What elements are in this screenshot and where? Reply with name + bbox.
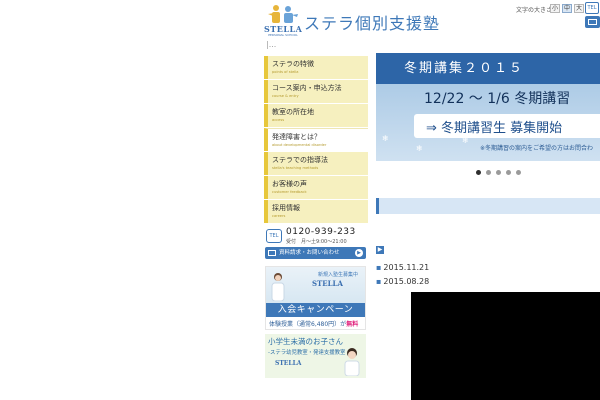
phone-contact[interactable]: TEL 0120-939-233 受付 月〜土9:00〜21:00 <box>266 226 368 246</box>
video-player[interactable] <box>411 292 600 400</box>
nav-item-course[interactable]: コース案内・申込方法 course & entry <box>264 80 368 103</box>
preschool-subtitle: -ステラ幼児教室・発達支援教室 <box>268 350 346 356</box>
news-list: ▪ 2015.11.21 ▪ 2015.08.28 <box>376 263 429 291</box>
mail-button[interactable] <box>585 16 600 28</box>
font-size-large-button[interactable]: 大 <box>574 4 584 13</box>
request-info-button[interactable]: 資料請求・お問い合わせ ▶ <box>265 247 366 259</box>
slider-dot[interactable] <box>496 170 501 175</box>
mail-icon <box>588 19 597 25</box>
arrow-right-icon: ▶ <box>355 249 363 257</box>
nav-item-label: 教室の所在地 <box>272 108 314 116</box>
nav-item-label: コース案内・申込方法 <box>272 84 342 92</box>
phone-icon: TEL <box>266 229 282 243</box>
request-info-label: 資料請求・お問い合わせ <box>279 250 340 256</box>
teacher-photo <box>271 273 285 301</box>
nav-item-sublabel: points of stella <box>272 70 299 74</box>
campaign-title: 入会キャンペーン <box>266 303 365 317</box>
campaign-brand: STELLA <box>312 279 343 288</box>
nav-item-label: 採用情報 <box>272 204 300 212</box>
news-date: 2015.08.28 <box>383 277 430 286</box>
bullet-icon: ▪ <box>376 263 382 272</box>
nav-item-disorder[interactable]: 発達障害とは？ about developmental disorder <box>264 128 368 151</box>
phone-hours: 受付 月〜土9:00〜21:00 <box>286 239 347 245</box>
nav-item-label: ステラの特徴 <box>272 60 314 68</box>
news-date: 2015.11.21 <box>383 263 430 272</box>
trial-lesson-text: 体験授業（通常6,480円）が無料 <box>269 319 358 328</box>
breadcrumb: |... <box>266 40 277 49</box>
snowflake-icon: ❄ <box>382 134 389 143</box>
logo-subtitle: PERSONAL SCHOOL <box>268 33 298 37</box>
font-size-label: 文字の大きさ <box>516 7 553 14</box>
snow-decoration: ❄ ❄ ❄ <box>376 132 496 161</box>
side-nav: ステラの特徴 points of stella コース案内・申込方法 cours… <box>264 56 368 224</box>
trial-lesson-label: 体験授業（通常6,480円）が <box>269 321 347 328</box>
snowflake-icon: ❄ <box>462 136 469 145</box>
preschool-title: 小学生未満のお子さん <box>268 337 343 346</box>
font-size-medium-button[interactable]: 中 <box>562 4 572 13</box>
phone-number: 0120-939-233 <box>286 227 356 237</box>
slider-dot[interactable] <box>516 170 521 175</box>
slider-note: ※冬期講習の案内をご希望の方はお問合わ <box>480 145 594 152</box>
nav-item-sublabel: access <box>272 118 285 122</box>
nav-item-label: ステラでの指導法 <box>272 156 328 164</box>
nav-item-features[interactable]: ステラの特徴 points of stella <box>264 56 368 79</box>
nav-item-sublabel: course & entry <box>272 94 299 98</box>
slider-headline: 冬期講集２０１５ <box>404 61 525 76</box>
nav-item-sublabel: customer feedback <box>272 190 307 194</box>
slider-dot[interactable] <box>486 170 491 175</box>
preschool-brand: STELLA <box>275 360 302 367</box>
nav-item-label: お客様の声 <box>272 180 307 188</box>
font-size-small-button[interactable]: 小 <box>550 4 560 13</box>
nav-item-access[interactable]: 教室の所在地 access <box>264 104 368 127</box>
snowflake-icon: ❄ <box>416 144 423 153</box>
nav-item-label: 発達障害とは？ <box>272 133 321 141</box>
nav-item-sublabel: careers <box>272 214 286 218</box>
stella-kids-logo-icon <box>268 5 298 23</box>
nav-item-sublabel: stella's teaching methods <box>272 166 319 170</box>
envelope-icon <box>268 250 276 256</box>
slider-body: 12/22 〜 1/6 冬期講習 ⇒ 冬期講習生 募集開始 ※冬期講習の案内をご… <box>376 84 600 161</box>
site-logo[interactable]: STELLA PERSONAL SCHOOL <box>264 4 302 38</box>
course-dates: 12/22 〜 1/6 冬期講習 <box>424 91 571 107</box>
child-photo <box>344 348 360 376</box>
bullet-icon: ▪ <box>376 277 382 286</box>
site-title[interactable]: ステラ個別支援塾 <box>304 10 440 34</box>
nav-item-feedback[interactable]: お客様の声 customer feedback <box>264 176 368 199</box>
nav-item-methods[interactable]: ステラでの指導法 stella's teaching methods <box>264 152 368 175</box>
slider-header: 冬期講集２０１５ <box>376 53 600 84</box>
more-arrow-icon[interactable]: ▶ <box>376 246 384 254</box>
free-label: 無料 <box>346 321 359 328</box>
slider-dot[interactable] <box>476 170 481 175</box>
slider-pagination <box>476 170 556 176</box>
nav-item-sublabel: about developmental disorder <box>272 143 327 147</box>
tel-button[interactable]: TEL <box>585 2 599 14</box>
new-students-text: 新規入塾生募集中 <box>318 272 359 278</box>
news-item[interactable]: ▪ 2015.08.28 <box>376 277 429 291</box>
news-heading-bar <box>376 198 600 214</box>
campaign-banner[interactable]: 新規入塾生募集中 STELLA 入会キャンペーン 体験授業（通常6,480円）が… <box>265 266 366 330</box>
nav-item-careers[interactable]: 採用情報 careers <box>264 200 368 223</box>
news-item[interactable]: ▪ 2015.11.21 <box>376 263 429 277</box>
preschool-banner[interactable]: 小学生未満のお子さん -ステラ幼児教室・発達支援教室 STELLA <box>265 334 366 378</box>
winter-course-slider[interactable]: 冬期講集２０１５ 12/22 〜 1/6 冬期講習 ⇒ 冬期講習生 募集開始 ※… <box>376 53 600 161</box>
slider-dot[interactable] <box>506 170 511 175</box>
